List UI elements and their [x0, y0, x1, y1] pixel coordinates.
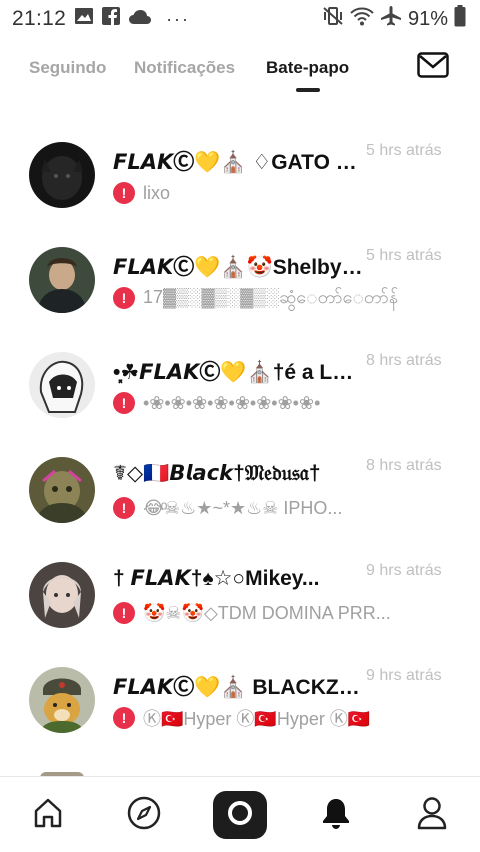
airplane-icon [380, 5, 402, 33]
profile-icon [416, 796, 448, 835]
chat-name: ☤◇🇫🇷𝘽𝙡𝙖𝙘𝙠†𝔐𝔢𝔡𝔲𝔰𝔞† [113, 462, 321, 485]
preview-text: Ⓚ🇹🇷Hyper Ⓚ🇹🇷Hyper Ⓚ🇹🇷 [143, 709, 371, 729]
battery-icon [454, 5, 466, 33]
chat-preview: ! 🤡☠🤡◇TDM DOMINA PRR... [113, 600, 453, 626]
chat-timestamp: 5 hrs atrás [366, 142, 442, 159]
status-time: 21:12 [12, 7, 67, 30]
camera-icon [226, 799, 254, 832]
tab-bate-papo[interactable]: Bate-papo [266, 58, 349, 78]
chat-row[interactable]: 𝙁𝙇𝘼𝙆Ⓒ💛⛪🤡Shelby😈🥶 5 hrs atrás ! 17▓▒░▓▒░▓… [0, 227, 480, 332]
chat-preview: ! 17▓▒░▓▒░▓▒░ဆွံေတာ်ေတာ်န် [113, 285, 453, 311]
chat-name: 𝙁𝙇𝘼𝙆Ⓒ💛⛪ BLACKZIN... [113, 676, 363, 699]
avatar[interactable] [29, 247, 95, 313]
chat-row[interactable]: † 𝙁𝙇𝘼𝙆†♠☆○Mikey... 9 hrs atrás ! 🤡☠🤡◇TDM… [0, 542, 480, 647]
chat-timestamp: 5 hrs atrás [366, 247, 442, 264]
avatar[interactable] [29, 667, 95, 733]
tab-notificacoes[interactable]: Notificações [134, 58, 235, 78]
chat-name: † 𝙁𝙇𝘼𝙆†♠☆○Mikey... [113, 567, 320, 590]
nav-explore[interactable] [122, 793, 166, 837]
nav-profile[interactable] [410, 793, 454, 837]
chat-timestamp: 9 hrs atrás [366, 667, 442, 684]
status-left: 21:12 ··· [12, 7, 190, 31]
chat-preview: ! •❀•❀•❀•❀•❀•❀•❀•❀• [113, 390, 453, 416]
chat-timestamp: 8 hrs atrás [366, 457, 442, 474]
status-bar: 21:12 ··· 91% [0, 0, 480, 38]
chat-preview: ! lixo [113, 180, 453, 206]
chat-name: •͓͙☘𝙁𝙇𝘼𝙆Ⓒ💛⛪†é a Lul... [113, 361, 363, 384]
chat-preview: ! Ⓚ🇹🇷Hyper Ⓚ🇹🇷Hyper Ⓚ🇹🇷 [113, 705, 453, 731]
chat-name: 𝙁𝙇𝘼𝙆Ⓒ💛⛪🤡Shelby😈🥶 [113, 256, 363, 279]
more-notifications-indicator: ··· [166, 8, 191, 29]
alert-icon: ! [113, 497, 135, 519]
alert-icon: ! [113, 602, 135, 624]
compass-icon [127, 796, 161, 835]
wifi-icon [350, 6, 374, 32]
nav-camera[interactable] [213, 791, 267, 839]
chat-row[interactable]: 𝙁𝙇𝘼𝙆Ⓒ💛⛪ ♢GATO ⓄⓃ... 5 hrs atrás ! lixo [0, 122, 480, 227]
avatar[interactable] [29, 352, 95, 418]
avatar[interactable] [29, 142, 95, 208]
tab-bar: Seguindo Notificações Bate-papo [0, 46, 480, 96]
status-right: 91% [322, 5, 466, 33]
chat-preview: ! 😂ͦ☠♨★~*★♨☠ IPHO... [113, 495, 453, 521]
chat-timestamp: 9 hrs atrás [366, 562, 442, 579]
mail-icon [417, 51, 449, 83]
chat-timestamp: 8 hrs atrás [366, 352, 442, 369]
facebook-icon [102, 7, 121, 31]
nav-home[interactable] [26, 793, 70, 837]
chat-row[interactable]: •͓͙☘𝙁𝙇𝘼𝙆Ⓒ💛⛪†é a Lul... 8 hrs atrás ! •❀•… [0, 332, 480, 437]
preview-text: 😂ͦ☠♨★~*★♨☠ IPHO... [143, 497, 343, 518]
nav-notifications[interactable] [314, 793, 358, 837]
bell-icon [319, 796, 353, 835]
chat-name: 𝙁𝙇𝘼𝙆Ⓒ💛⛪ ♢GATO ⓄⓃ... [113, 151, 363, 174]
alert-icon: ! [113, 287, 135, 309]
chat-row[interactable]: 𝙁𝙇𝘼𝙆Ⓒ💛⛪ BLACKZIN... 9 hrs atrás ! Ⓚ🇹🇷Hyp… [0, 647, 480, 752]
active-tab-indicator [296, 88, 320, 92]
mail-button[interactable] [416, 51, 450, 83]
preview-text: 🤡☠🤡◇TDM DOMINA PRR... [143, 602, 391, 623]
battery-percentage: 91% [407, 7, 448, 30]
vibrate-icon [322, 6, 344, 32]
preview-text: lixo [143, 182, 171, 203]
alert-icon: ! [113, 392, 135, 414]
tab-seguindo[interactable]: Seguindo [29, 58, 106, 78]
alert-icon: ! [113, 707, 135, 729]
alert-icon: ! [113, 182, 135, 204]
home-icon [32, 797, 64, 834]
preview-text: •❀•❀•❀•❀•❀•❀•❀•❀• [143, 392, 321, 413]
preview-text: 17▓▒░▓▒░▓▒░ဆွံေတာ်ေတာ်န် [143, 286, 399, 307]
avatar[interactable] [29, 457, 95, 523]
chat-row[interactable]: ☤◇🇫🇷𝘽𝙡𝙖𝙘𝙠†𝔐𝔢𝔡𝔲𝔰𝔞† 8 hrs atrás ! 😂ͦ☠♨★~*★… [0, 437, 480, 542]
image-icon [74, 7, 94, 31]
cloud-icon [128, 7, 152, 31]
avatar[interactable] [29, 562, 95, 628]
bottom-nav [0, 777, 480, 852]
